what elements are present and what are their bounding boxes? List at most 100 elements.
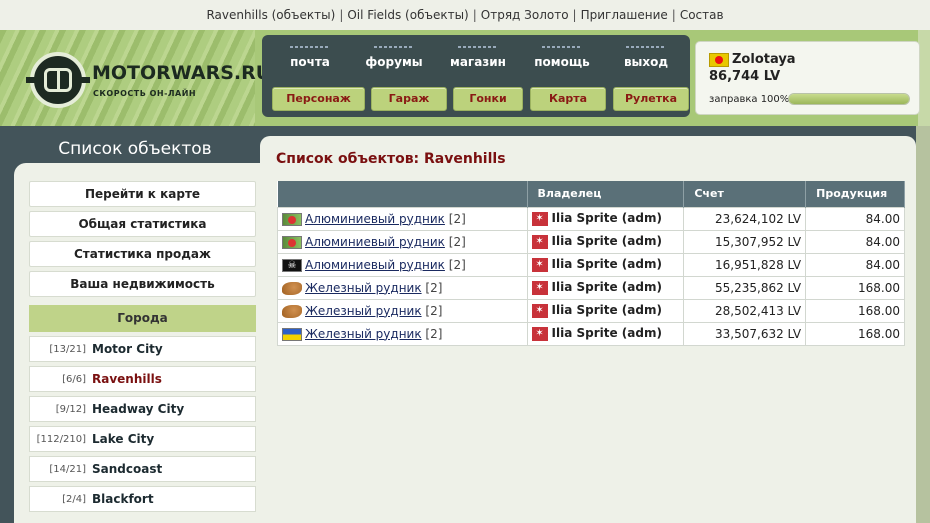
- top-link-roster[interactable]: Состав: [680, 8, 724, 22]
- account-cell: 15,307,952 LV: [683, 229, 807, 254]
- user-name[interactable]: Zolotaya: [732, 52, 796, 67]
- top-link-invitation[interactable]: Приглашение: [581, 8, 668, 22]
- menu-go-to-map[interactable]: Перейти к карте: [29, 181, 256, 207]
- column-header-owner[interactable]: Владелец: [527, 181, 685, 207]
- owner-name[interactable]: Ilia Sprite (adm): [552, 257, 662, 271]
- production-cell: 168.00: [805, 275, 905, 300]
- table-row: Алюминиевый рудник [2] ✶ Ilia Sprite (adm…: [277, 252, 905, 277]
- star-badge-icon: ✶: [531, 280, 548, 295]
- account-cell: 23,624,102 LV: [683, 206, 807, 231]
- city-item-sandcoast[interactable]: [14/21] Sandcoast: [29, 456, 256, 482]
- table-row: Алюминиевый рудник [2] ✶ Ilia Sprite (adm…: [277, 229, 905, 254]
- star-badge-icon: ✶: [531, 211, 548, 226]
- owner-name[interactable]: Ilia Sprite (adm): [552, 234, 662, 248]
- owner-name[interactable]: Ilia Sprite (adm): [552, 280, 662, 294]
- account-cell: 55,235,862 LV: [683, 275, 807, 300]
- top-link-ravenhills-objects[interactable]: Ravenhills (объекты): [206, 8, 335, 22]
- city-item-lake-city[interactable]: [112/210] Lake City: [29, 426, 256, 452]
- owner-name[interactable]: Ilia Sprite (adm): [552, 326, 662, 340]
- logo-name: MOTORWARS.RU: [92, 62, 272, 84]
- garage-button[interactable]: Гараж: [371, 87, 447, 111]
- separator: |: [671, 8, 676, 22]
- owner-cell: ✶ Ilia Sprite (adm): [526, 321, 685, 346]
- owner-cell: ✶ Ilia Sprite (adm): [526, 252, 685, 277]
- city-count: [9/12]: [55, 404, 86, 415]
- iron-ore-icon: [282, 281, 302, 295]
- city-item-motor-city[interactable]: [13/21] Motor City: [29, 336, 256, 362]
- star-badge-icon: ✶: [531, 257, 548, 272]
- owner-name[interactable]: Ilia Sprite (adm): [552, 303, 662, 317]
- city-item-blackfort[interactable]: [2/4] Blackfort: [29, 486, 256, 512]
- pirate-flag-icon: [282, 258, 302, 272]
- main-navigation: почта форумы магазин помощь выход Персон…: [262, 35, 690, 117]
- owner-name[interactable]: Ilia Sprite (adm): [552, 211, 662, 225]
- owner-cell: ✶ Ilia Sprite (adm): [526, 229, 685, 254]
- nav-logout[interactable]: выход: [604, 41, 688, 73]
- table-row: Железный рудник [2] ✶ Ilia Sprite (adm) 5…: [277, 275, 905, 300]
- column-header-production[interactable]: Продукция: [805, 181, 905, 207]
- page-title: Список объектов: Ravenhills: [276, 151, 506, 167]
- account-cell: 16,951,828 LV: [683, 252, 807, 277]
- map-button[interactable]: Карта: [530, 87, 606, 111]
- iron-ore-icon: [282, 304, 302, 318]
- object-link[interactable]: Алюминиевый рудник: [305, 235, 445, 249]
- objects-table: Владелец Счет Продукция Алюминиевый рудн…: [277, 181, 905, 346]
- production-cell: 84.00: [805, 229, 905, 254]
- star-badge-icon: ✶: [531, 303, 548, 318]
- object-link[interactable]: Алюминиевый рудник: [305, 258, 445, 272]
- account-cell: 28,502,413 LV: [683, 298, 807, 323]
- city-count: [13/21]: [49, 344, 86, 355]
- city-item-headway-city[interactable]: [9/12] Headway City: [29, 396, 256, 422]
- ukraine-flag-icon: [282, 327, 302, 341]
- character-button[interactable]: Персонаж: [272, 87, 365, 111]
- nav-help[interactable]: помощь: [520, 41, 604, 73]
- city-name: Blackfort: [92, 492, 154, 506]
- city-count: [6/6]: [62, 374, 86, 385]
- site-logo[interactable]: MOTORWARS.RU СКОРОСТЬ ОН-ЛАЙН: [26, 52, 271, 112]
- object-level: [2]: [448, 234, 466, 249]
- top-link-squad[interactable]: Отряд Золото: [481, 8, 569, 22]
- nav-shop[interactable]: магазин: [436, 41, 520, 73]
- fuel-bar-fill: [789, 94, 909, 104]
- object-level: [2]: [425, 303, 443, 318]
- city-name: Sandcoast: [92, 462, 163, 476]
- object-link[interactable]: Железный рудник: [305, 327, 422, 341]
- star-badge-icon: ✶: [531, 234, 548, 249]
- aluminium-flag-icon: [282, 235, 302, 249]
- table-row: Железный рудник [2] ✶ Ilia Sprite (adm) 2…: [277, 298, 905, 323]
- menu-sales-statistics[interactable]: Статистика продаж: [29, 241, 256, 267]
- nav-mail[interactable]: почта: [268, 41, 352, 73]
- city-count: [14/21]: [49, 464, 86, 475]
- object-link[interactable]: Железный рудник: [305, 304, 422, 318]
- object-cell: Алюминиевый рудник [2]: [277, 229, 528, 254]
- object-link[interactable]: Алюминиевый рудник: [305, 212, 445, 226]
- owner-cell: ✶ Ilia Sprite (adm): [526, 275, 685, 300]
- top-navigation: Ravenhills (объекты) | Oil Fields (объекты…: [0, 0, 930, 30]
- city-name: Headway City: [92, 402, 185, 416]
- object-cell: Алюминиевый рудник [2]: [277, 206, 528, 231]
- object-level: [2]: [448, 211, 466, 226]
- city-name: Motor City: [92, 342, 163, 356]
- nav-forums[interactable]: форумы: [352, 41, 436, 73]
- object-link[interactable]: Железный рудник: [305, 281, 422, 295]
- city-item-ravenhills[interactable]: [6/6] Ravenhills: [29, 366, 256, 392]
- logo-tagline: СКОРОСТЬ ОН-ЛАЙН: [93, 89, 197, 98]
- user-money: 86,744 LV: [709, 69, 781, 84]
- object-level: [2]: [425, 280, 443, 295]
- fuel-bar: [788, 93, 910, 105]
- separator: |: [572, 8, 577, 22]
- menu-general-statistics[interactable]: Общая статистика: [29, 211, 256, 237]
- top-link-oil-fields-objects[interactable]: Oil Fields (объекты): [347, 8, 468, 22]
- object-cell: Железный рудник [2]: [277, 275, 528, 300]
- aluminium-flag-icon: [282, 212, 302, 226]
- menu-your-property[interactable]: Ваша недвижимость: [29, 271, 256, 297]
- roulette-button[interactable]: Рулетка: [613, 87, 689, 111]
- races-button[interactable]: Гонки: [453, 87, 523, 111]
- table-row: Алюминиевый рудник [2] ✶ Ilia Sprite (adm…: [277, 206, 905, 231]
- column-header-account[interactable]: Счет: [683, 181, 807, 207]
- column-header-object: [277, 181, 528, 207]
- production-cell: 168.00: [805, 298, 905, 323]
- account-cell: 33,507,632 LV: [683, 321, 807, 346]
- fuel-label: заправка 100%: [709, 94, 790, 105]
- table-row: Железный рудник [2] ✶ Ilia Sprite (adm) 3…: [277, 321, 905, 346]
